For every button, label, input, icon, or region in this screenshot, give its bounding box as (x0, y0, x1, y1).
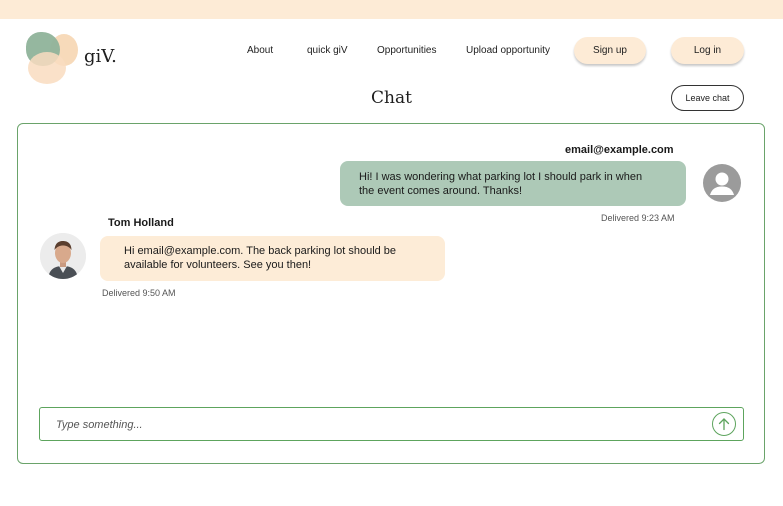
top-banner-strip (0, 0, 783, 19)
login-button[interactable]: Log in (671, 37, 744, 64)
giv-logo[interactable] (24, 30, 84, 86)
leave-chat-button[interactable]: Leave chat (671, 85, 744, 111)
nav-about[interactable]: About (247, 45, 273, 56)
message-bubble-sent: Hi! I was wondering what parking lot I s… (340, 161, 686, 206)
message-input[interactable] (56, 416, 696, 434)
logo-blob-light (28, 52, 66, 84)
send-button[interactable] (712, 412, 736, 436)
message-bubble-received: Hi email@example.com. The back parking l… (100, 236, 445, 281)
brand-name[interactable]: giV. (84, 46, 117, 67)
nav-quick-giv[interactable]: quick giV (307, 45, 348, 56)
sender-name-other: Tom Holland (108, 217, 174, 229)
sender-name-self: email@example.com (565, 144, 674, 156)
delivery-status: Delivered 9:23 AM (601, 213, 675, 223)
avatar (40, 233, 86, 279)
nav-opportunities[interactable]: Opportunities (377, 45, 436, 56)
message-text-line: Hi email@example.com. The back parking l… (124, 245, 397, 257)
message-text-line: the event comes around. Thanks! (359, 185, 523, 197)
delivery-status: Delivered 9:50 AM (102, 288, 176, 298)
nav-upload-opportunity[interactable]: Upload opportunity (466, 45, 550, 56)
user-icon (703, 164, 741, 202)
arrow-up-icon (718, 418, 730, 431)
message-text-line: Hi! I was wondering what parking lot I s… (359, 171, 643, 183)
message-composer (39, 407, 744, 441)
chat-panel: email@example.com Hi! I was wondering wh… (17, 123, 765, 464)
page-title: Chat (371, 88, 412, 108)
message-text-line: available for volunteers. See you then! (124, 259, 312, 271)
signup-button[interactable]: Sign up (574, 37, 646, 64)
